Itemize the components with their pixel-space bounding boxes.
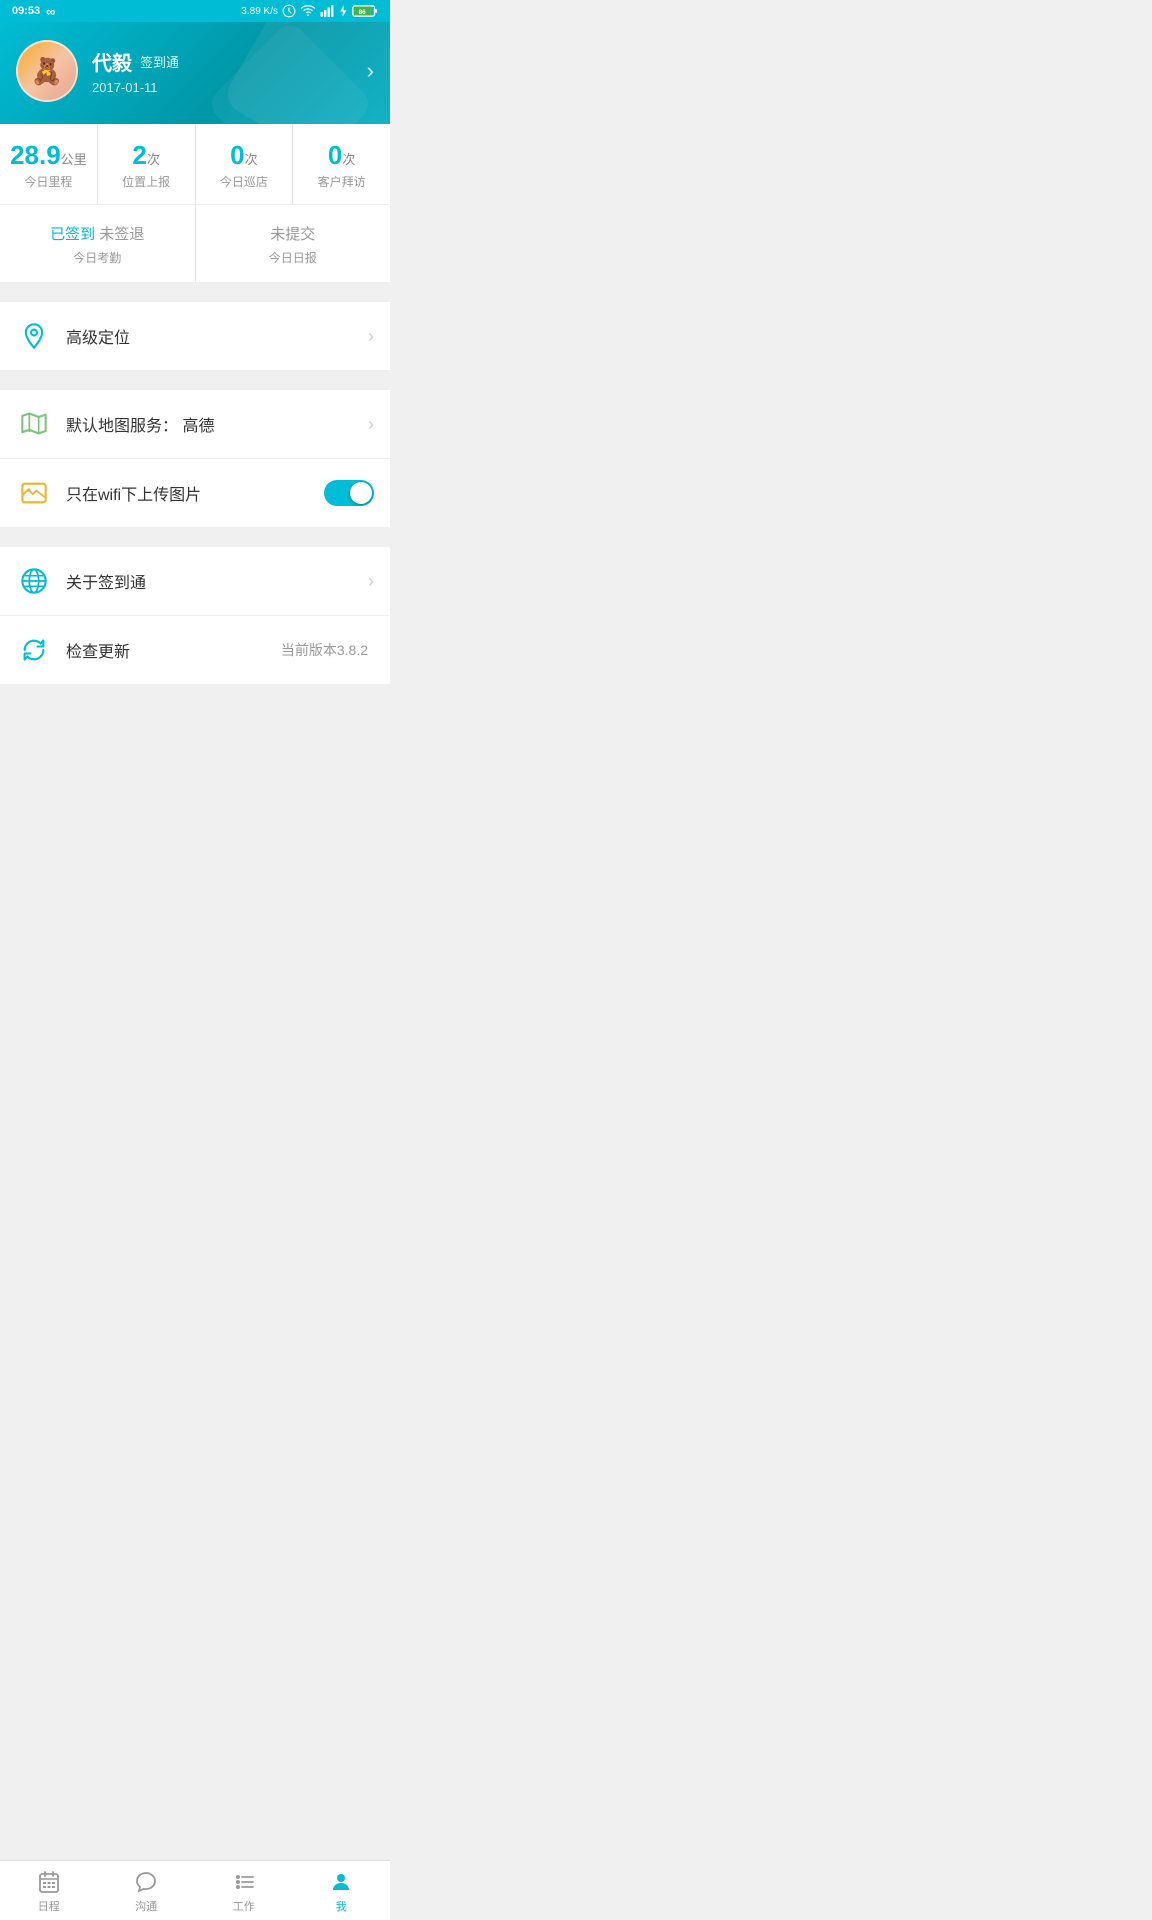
clock-icon [282, 4, 296, 18]
profile-info: 代毅 签到通 2017-01-11 [92, 47, 179, 95]
attendance-container: 已签到 未签退 今日考勤 未提交 今日日报 [0, 205, 390, 282]
stat-patrol: 0次 今日巡店 [196, 124, 294, 204]
stat-patrol-value: 0 [230, 140, 244, 170]
profile-date: 2017-01-11 [92, 80, 179, 95]
nav-item-me[interactable]: 我 [293, 1861, 391, 1920]
menu-about-text: 关于签到通 [66, 569, 368, 593]
nav-me-label: 我 [336, 1898, 347, 1914]
menu-section-3: 关于签到通 › 检查更新 当前版本3.8.2 [0, 547, 390, 684]
profile-chevron-icon[interactable]: › [367, 58, 374, 84]
network-speed: 3.89 K/s [241, 6, 278, 17]
nav-chat-label: 沟通 [135, 1898, 157, 1914]
avatar-image: 🧸 [18, 42, 76, 100]
stats-container: 28.9公里 今日里程 2次 位置上报 0次 今日巡店 0次 客户拜访 [0, 124, 390, 205]
not-signed-out-label: 未签退 [99, 226, 144, 243]
stat-mileage: 28.9公里 今日里程 [0, 124, 98, 204]
menu-item-about[interactable]: 关于签到通 › [0, 547, 390, 616]
daily-report-label: 今日日报 [206, 249, 381, 266]
map-icon [16, 406, 52, 442]
location-icon [16, 318, 52, 354]
checkin-status: 已签到 未签退 [10, 223, 185, 244]
app-name: 签到通 [140, 52, 179, 71]
profile-header[interactable]: 🧸 代毅 签到通 2017-01-11 › [0, 22, 390, 124]
stat-visit-label: 客户拜访 [299, 173, 384, 190]
nav-work-label: 工作 [233, 1898, 255, 1914]
attendance-daily-report[interactable]: 未提交 今日日报 [196, 205, 391, 282]
refresh-icon [16, 632, 52, 668]
battery-icon: 86 [352, 4, 378, 18]
menu-map-text: 默认地图服务： 高德 [66, 412, 368, 436]
status-bar: 09:53 ∞ 3.89 K/s [0, 0, 390, 22]
image-upload-icon [16, 475, 52, 511]
menu-map-chevron-icon: › [368, 414, 374, 435]
menu-about-chevron-icon: › [368, 571, 374, 592]
nav-item-schedule[interactable]: 日程 [0, 1861, 98, 1920]
attendance-checkin-label: 今日考勤 [10, 249, 185, 266]
stat-visit-unit: 次 [342, 152, 355, 167]
status-left: 09:53 ∞ [12, 4, 55, 19]
globe-icon [16, 563, 52, 599]
menu-section-2: 默认地图服务： 高德 › 只在wifi下上传图片 [0, 390, 390, 527]
stat-visit-value: 0 [328, 140, 342, 170]
user-name: 代毅 [92, 47, 132, 76]
nav-schedule-label: 日程 [38, 1898, 60, 1914]
work-icon [231, 1869, 257, 1895]
daily-report-status: 未提交 [206, 223, 381, 244]
profile-left: 🧸 代毅 签到通 2017-01-11 [16, 40, 179, 102]
menu-item-location[interactable]: 高级定位 › [0, 302, 390, 370]
schedule-icon [36, 1869, 62, 1895]
me-icon [328, 1869, 354, 1895]
stat-location-label: 位置上报 [104, 173, 189, 190]
section-divider-3 [0, 537, 390, 547]
section-divider-1 [0, 292, 390, 302]
stat-patrol-unit: 次 [245, 152, 258, 167]
stat-location-unit: 次 [147, 152, 160, 167]
svg-text:86: 86 [359, 9, 367, 16]
stat-mileage-value: 28.9 [10, 140, 61, 170]
signed-label: 已签到 [50, 226, 95, 243]
menu-item-map[interactable]: 默认地图服务： 高德 › [0, 390, 390, 459]
menu-update-text: 检查更新 [66, 638, 281, 662]
menu-item-update[interactable]: 检查更新 当前版本3.8.2 [0, 616, 390, 684]
bottom-nav: 日程 沟通 工作 [0, 1860, 390, 1920]
stat-patrol-label: 今日巡店 [202, 173, 287, 190]
wifi-icon [300, 4, 316, 18]
profile-name-row: 代毅 签到通 [92, 47, 179, 76]
status-time: 09:53 [12, 5, 40, 17]
menu-wifi-upload-text: 只在wifi下上传图片 [66, 481, 324, 505]
signal-icon [320, 4, 334, 18]
infinity-icon: ∞ [46, 4, 55, 19]
menu-section-1: 高级定位 › [0, 302, 390, 370]
avatar: 🧸 [16, 40, 78, 102]
stat-location-value: 2 [132, 140, 146, 170]
menu-update-value: 当前版本3.8.2 [281, 640, 368, 660]
wifi-upload-toggle[interactable] [324, 480, 374, 506]
stat-mileage-unit: 公里 [61, 152, 87, 167]
stat-location: 2次 位置上报 [98, 124, 196, 204]
status-right: 3.89 K/s [241, 4, 378, 18]
menu-item-wifi-upload[interactable]: 只在wifi下上传图片 [0, 459, 390, 527]
attendance-check-in[interactable]: 已签到 未签退 今日考勤 [0, 205, 196, 282]
stat-visit: 0次 客户拜访 [293, 124, 390, 204]
charging-icon [338, 4, 348, 18]
section-divider-2 [0, 380, 390, 390]
menu-location-chevron-icon: › [368, 326, 374, 347]
nav-item-work[interactable]: 工作 [195, 1861, 293, 1920]
nav-item-chat[interactable]: 沟通 [98, 1861, 196, 1920]
stat-mileage-label: 今日里程 [6, 173, 91, 190]
chat-icon [133, 1869, 159, 1895]
menu-location-text: 高级定位 [66, 324, 368, 348]
